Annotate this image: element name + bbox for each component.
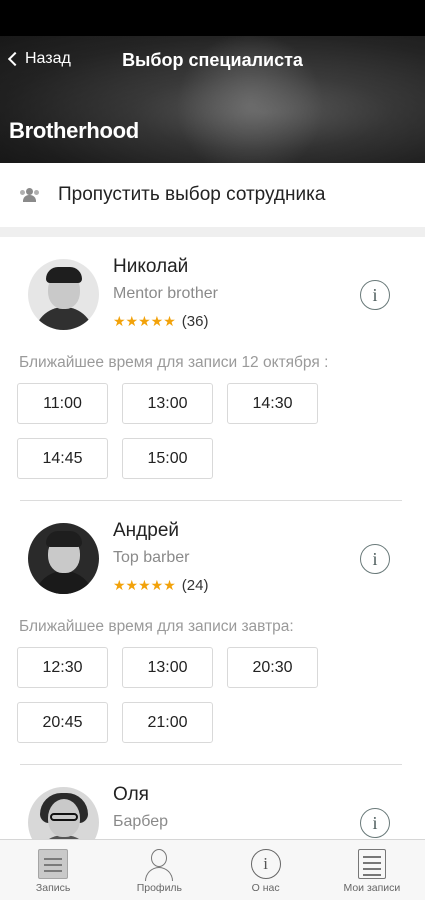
info-icon: i	[250, 849, 281, 879]
info-button[interactable]: i	[360, 544, 390, 574]
tab-label: Запись	[35, 882, 71, 894]
info-button[interactable]: i	[360, 808, 390, 838]
header-banner: Назад Выбор специалиста Brotherhood	[0, 36, 425, 163]
bottom-tab-bar: Запись Профиль i О нас Мои записи	[0, 839, 425, 900]
time-slot[interactable]: 15:00	[122, 438, 213, 479]
rating: ★★★★★ (36)	[113, 313, 208, 330]
info-icon: i	[372, 284, 378, 305]
rating: ★★★★★ (24)	[113, 577, 208, 594]
rating-stars: ★★★★★	[113, 313, 176, 329]
avatar	[28, 259, 99, 330]
tab-label: О нас	[251, 882, 280, 894]
time-slot[interactable]: 20:45	[17, 702, 108, 743]
review-count: (36)	[181, 313, 209, 330]
specialist-role: Mentor brother	[113, 285, 218, 302]
specialist-name: Андрей	[113, 520, 179, 541]
avatar	[28, 787, 99, 839]
info-button[interactable]: i	[360, 280, 390, 310]
tab-record[interactable]: Запись	[0, 840, 106, 900]
page-title-text: Выбор специалиста	[122, 50, 303, 70]
tab-label: Мои записи	[343, 882, 401, 894]
nearest-time-label: Ближайшее время для записи 12 октября :	[19, 354, 329, 371]
divider	[20, 764, 402, 765]
status-bar	[0, 0, 425, 36]
my-records-icon	[357, 849, 386, 879]
skip-label: Пропустить выбор сотрудника	[58, 184, 326, 205]
specialist-name: Николай	[113, 256, 189, 277]
info-icon: i	[372, 812, 378, 833]
calendar-list-icon	[38, 849, 69, 879]
tab-my-records[interactable]: Мои записи	[319, 840, 425, 900]
time-slot[interactable]: 14:45	[17, 438, 108, 479]
tab-profile[interactable]: Профиль	[106, 840, 212, 900]
time-slot[interactable]: 13:00	[122, 647, 213, 688]
specialist-role: Top barber	[113, 549, 190, 566]
time-slot[interactable]: 14:30	[227, 383, 318, 424]
page-title: Выбор специалиста	[0, 50, 425, 71]
specialist-list[interactable]: Николай Mentor brother ★★★★★ (36) i Ближ…	[0, 237, 425, 839]
rating-stars: ★★★★★	[113, 577, 176, 593]
brand-name: Brotherhood	[9, 118, 139, 143]
review-count: (24)	[181, 577, 209, 594]
specialist-name: Оля	[113, 784, 149, 805]
time-slot[interactable]: 11:00	[17, 383, 108, 424]
divider	[20, 500, 402, 501]
group-icon	[20, 188, 40, 202]
avatar	[28, 523, 99, 594]
nearest-time-label: Ближайшее время для записи завтра:	[19, 618, 294, 635]
time-slot[interactable]: 12:30	[17, 647, 108, 688]
skip-employee-choice[interactable]: Пропустить выбор сотрудника	[0, 163, 425, 227]
time-slot[interactable]: 21:00	[122, 702, 213, 743]
tab-label: Профиль	[136, 882, 183, 894]
info-icon: i	[372, 548, 378, 569]
specialist-role: Барбер	[113, 813, 169, 830]
time-slot[interactable]: 13:00	[122, 383, 213, 424]
tab-about[interactable]: i О нас	[213, 840, 319, 900]
profile-icon	[144, 849, 174, 881]
section-gap	[0, 227, 425, 237]
time-slot[interactable]: 20:30	[227, 647, 318, 688]
